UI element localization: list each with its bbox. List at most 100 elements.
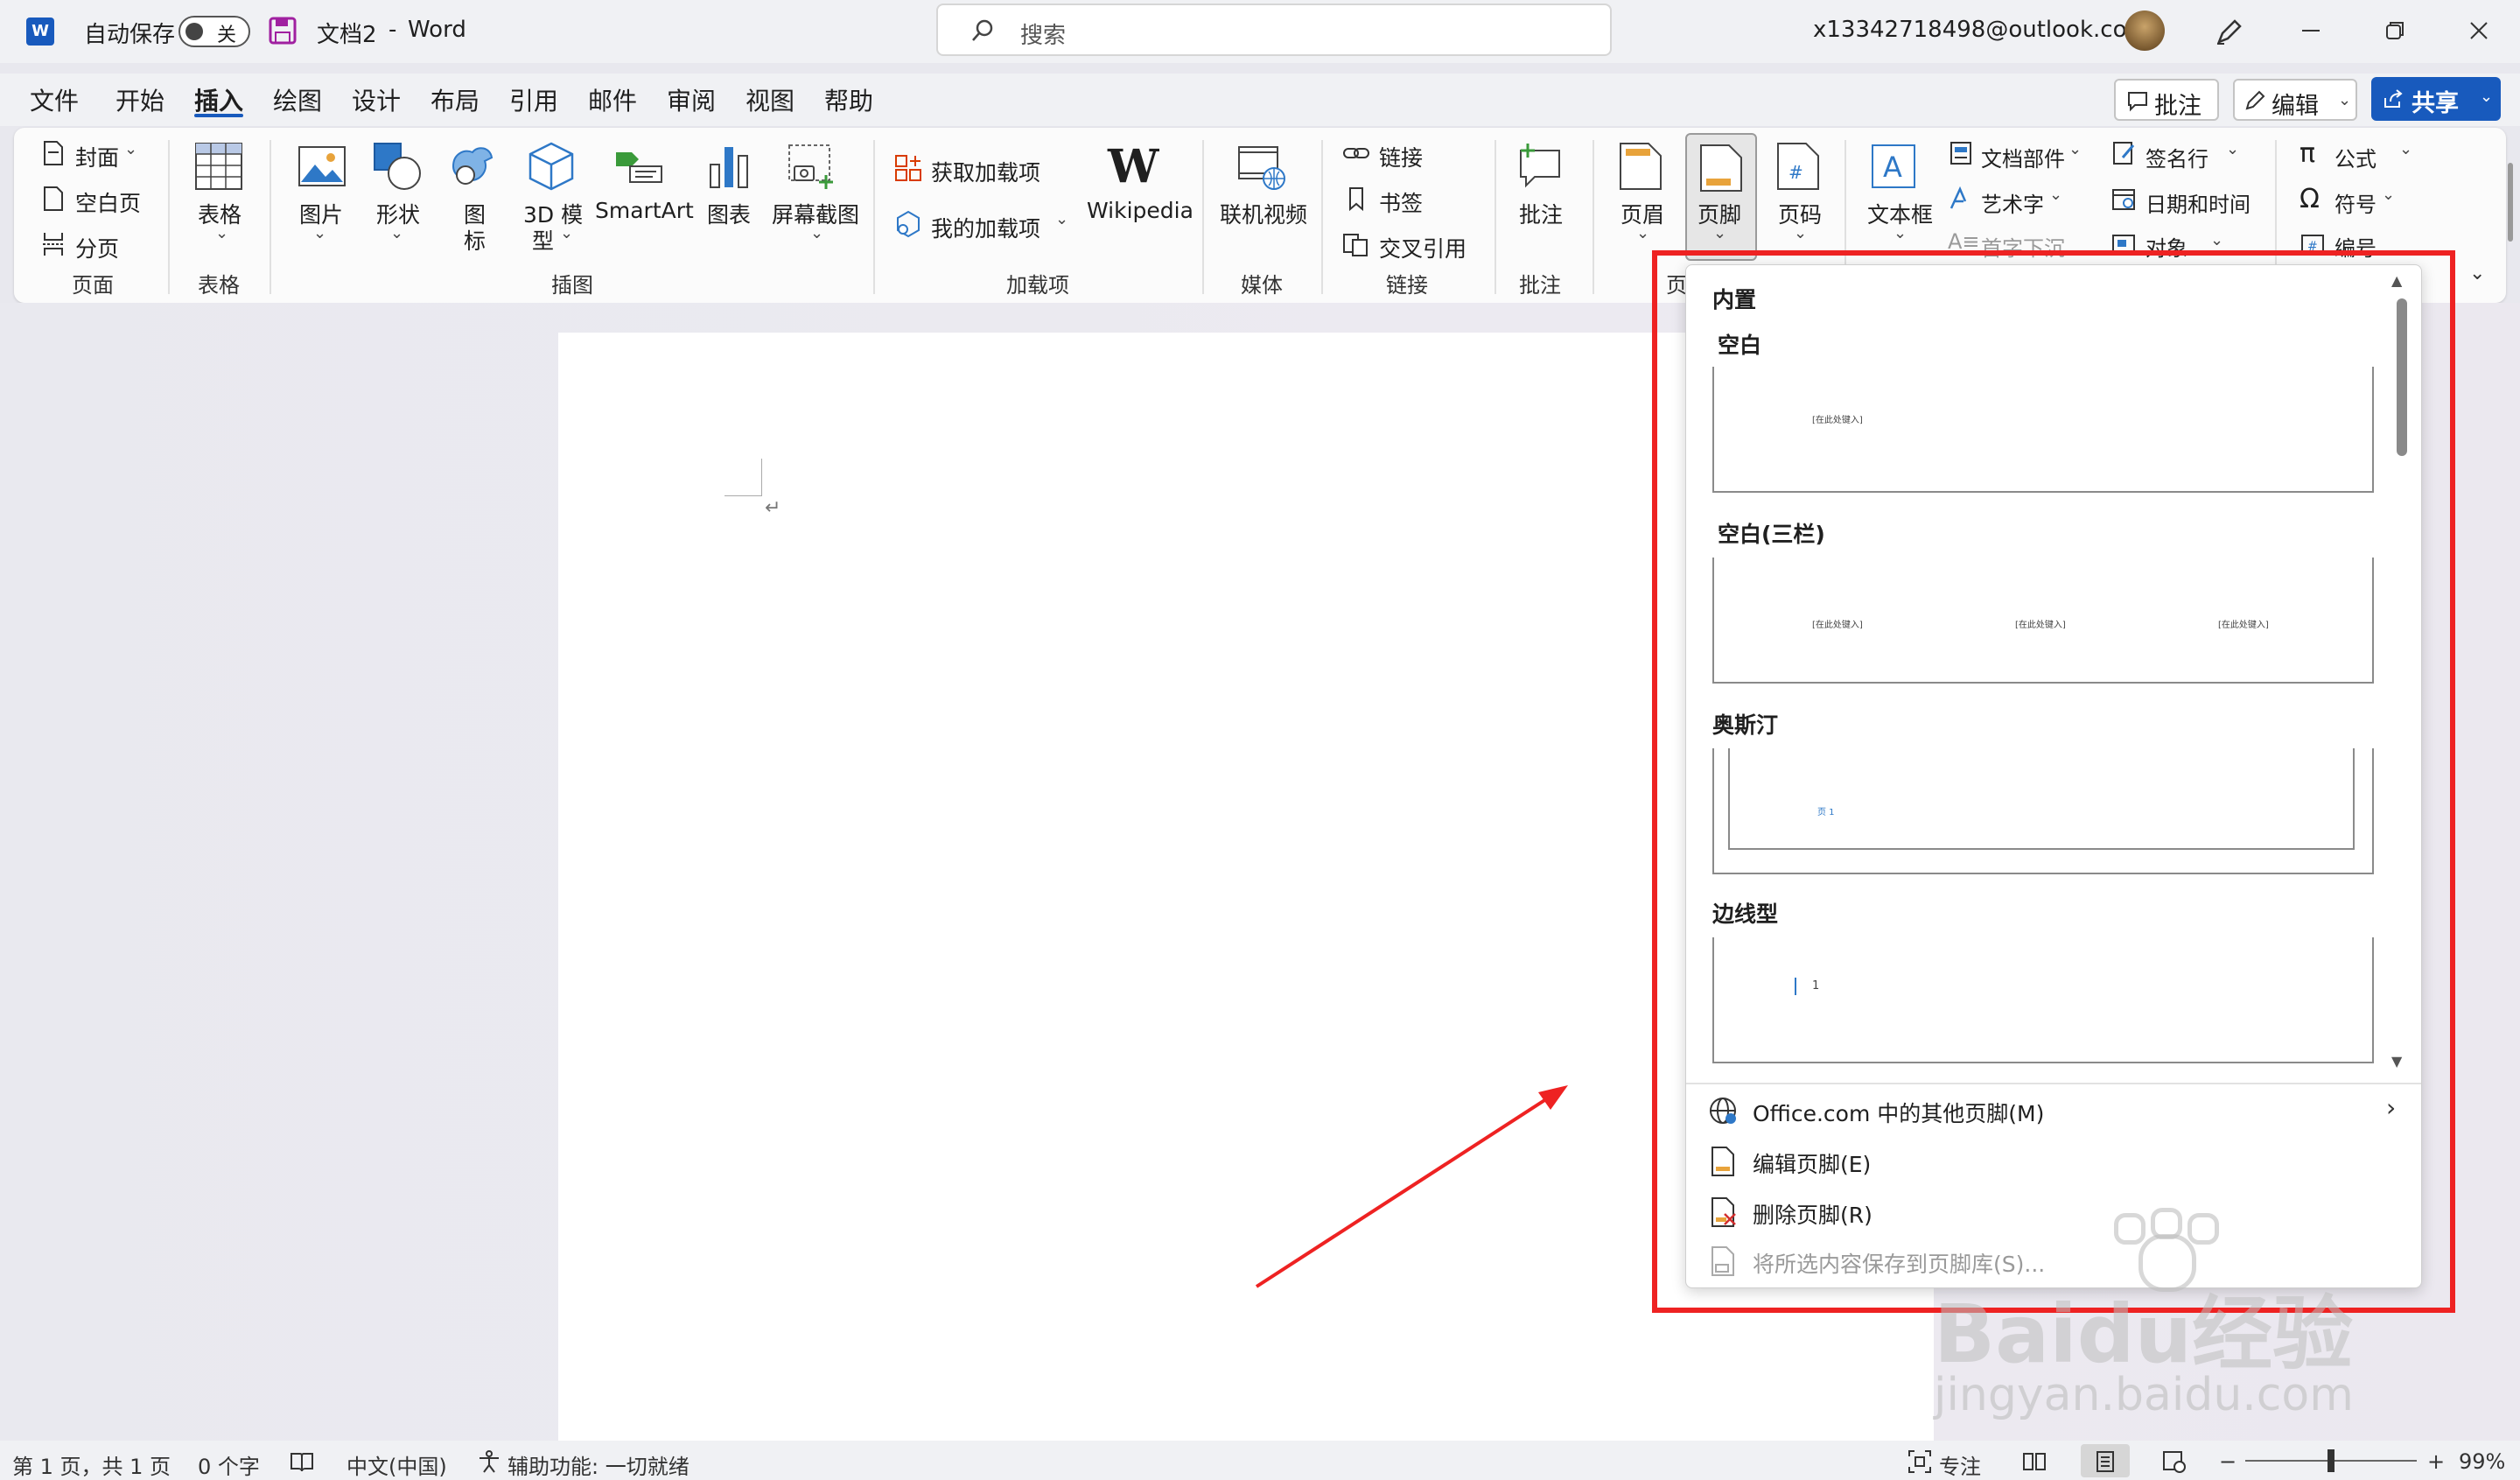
web-layout-icon[interactable]	[2161, 1449, 2188, 1474]
comments-button[interactable]: 批注	[2114, 79, 2219, 121]
3d-model-button-line2[interactable]: 型	[532, 224, 554, 256]
app-name: Word	[408, 17, 466, 43]
footer-button[interactable]: 页脚 ⌄	[1685, 133, 1757, 261]
equation-icon: π	[2300, 138, 2316, 169]
symbol-icon: Ω	[2300, 184, 2320, 214]
language[interactable]: 中文(中国)	[346, 1449, 447, 1480]
annotation-highlight-box	[1652, 250, 2455, 1313]
pencil-icon	[2245, 90, 2265, 110]
group-label-comments: 批注	[1519, 273, 1561, 298]
chevron-down-icon: ⌄	[2226, 140, 2240, 158]
chart-button[interactable]: 图表	[707, 198, 751, 229]
signature-line-button[interactable]: 签名行	[2146, 142, 2208, 172]
accessibility-icon[interactable]	[476, 1449, 502, 1474]
share-icon	[2384, 89, 2403, 108]
tab-layout[interactable]: 布局	[430, 82, 480, 117]
wordart-button[interactable]: 艺术字	[1981, 187, 2044, 218]
group-label-links: 链接	[1386, 273, 1428, 298]
tab-file[interactable]: 文件	[30, 82, 79, 117]
document-title: 文档2	[317, 22, 377, 48]
chevron-down-icon: ⌄	[1894, 224, 1908, 242]
my-addins-button[interactable]: 我的加载项	[931, 212, 1040, 243]
3d-model-icon	[528, 142, 574, 191]
tab-draw[interactable]: 绘图	[273, 82, 322, 117]
tab-help[interactable]: 帮助	[824, 82, 873, 117]
wikipedia-button[interactable]: Wikipedia	[1087, 198, 1194, 223]
read-mode-icon[interactable]	[2021, 1451, 2048, 1472]
tab-design[interactable]: 设计	[352, 82, 401, 117]
chevron-down-icon: ⌄	[215, 224, 229, 242]
ribbon-scrollbar[interactable]	[2508, 163, 2513, 242]
link-button[interactable]: 链接	[1379, 141, 1423, 172]
screenshot-icon	[788, 144, 833, 189]
group-divider	[1494, 140, 1496, 294]
chart-icon	[710, 147, 748, 188]
smartart-button[interactable]: SmartArt	[595, 198, 694, 223]
page-break-icon	[43, 233, 64, 256]
save-icon[interactable]	[268, 16, 298, 46]
blank-page-button[interactable]: 空白页	[75, 186, 141, 218]
search-box[interactable]: 搜索	[936, 4, 1612, 56]
bookmark-button[interactable]: 书签	[1379, 186, 1423, 218]
wordart-icon	[1950, 186, 1967, 209]
status-bar: 第 1 页，共 1 页 0 个字 中文(中国) 辅助功能: 一切就绪 专注 − …	[0, 1441, 2520, 1480]
symbol-button[interactable]: 符号	[2334, 187, 2376, 218]
chevron-down-icon: ⌄	[2399, 140, 2413, 158]
ribbon-collapse-icon[interactable]: ⌄	[2469, 263, 2485, 284]
minimize-icon[interactable]	[2298, 18, 2324, 44]
account-email[interactable]: x13342718498@outlook.com	[1813, 17, 2149, 43]
page-count[interactable]: 第 1 页，共 1 页	[12, 1449, 171, 1480]
group-label-illustrations: 插图	[551, 273, 593, 298]
autosave-toggle[interactable]: 关	[178, 16, 250, 47]
share-button[interactable]: 共享 ⌄	[2371, 77, 2501, 121]
chevron-down-icon: ⌄	[1713, 224, 1727, 242]
link-icon	[1343, 148, 1369, 158]
word-count[interactable]: 0 个字	[198, 1449, 260, 1480]
avatar[interactable]	[2124, 11, 2165, 51]
zoom-slider-thumb[interactable]	[2328, 1449, 2334, 1472]
share-label: 共享	[2412, 90, 2459, 117]
online-video-button[interactable]: 联机视频	[1220, 198, 1307, 229]
smartart-icon	[616, 152, 662, 183]
tab-review[interactable]: 审阅	[667, 82, 716, 117]
zoom-out-button[interactable]: −	[2219, 1449, 2236, 1474]
group-label-tables: 表格	[198, 273, 240, 298]
tab-references[interactable]: 引用	[509, 82, 558, 117]
bookmark-icon	[1349, 187, 1363, 212]
cross-reference-button[interactable]: 交叉引用	[1379, 232, 1466, 263]
search-icon	[972, 19, 993, 41]
new-comment-icon	[1520, 144, 1560, 188]
restore-icon[interactable]	[2382, 18, 2408, 44]
print-layout-button[interactable]	[2081, 1444, 2130, 1477]
accessibility-status[interactable]: 辅助功能: 一切就绪	[508, 1449, 690, 1480]
pen-icon[interactable]	[2214, 16, 2245, 47]
annotation-arrow	[1255, 1085, 1568, 1288]
tab-mailings[interactable]: 邮件	[588, 82, 637, 117]
zoom-in-button[interactable]: +	[2427, 1449, 2445, 1474]
get-addins-button[interactable]: 获取加载项	[931, 156, 1040, 187]
zoom-level[interactable]: 99%	[2459, 1449, 2505, 1474]
group-label-media: 媒体	[1241, 273, 1283, 298]
equation-button[interactable]: 公式	[2334, 142, 2376, 172]
edit-mode-button[interactable]: 编辑 ⌄	[2233, 79, 2357, 121]
proofing-icon[interactable]	[289, 1451, 315, 1474]
focus-icon[interactable]	[1908, 1449, 1932, 1474]
tab-home[interactable]: 开始	[116, 82, 164, 117]
tab-view[interactable]: 视图	[746, 82, 794, 117]
close-icon[interactable]	[2466, 18, 2492, 44]
word-app-icon: W	[26, 18, 54, 46]
new-comment-button[interactable]: 批注	[1519, 198, 1563, 229]
page-break-button[interactable]: 分页	[75, 232, 119, 263]
chevron-down-icon: ⌄	[2382, 186, 2396, 204]
group-divider	[1202, 140, 1204, 294]
date-time-button[interactable]: 日期和时间	[2146, 187, 2250, 218]
comment-icon	[2128, 92, 2147, 112]
quick-parts-icon	[1950, 142, 1971, 165]
textbox-icon: A	[1872, 144, 1915, 188]
cover-page-button[interactable]: 封面	[75, 141, 119, 172]
tab-insert[interactable]: 插入	[194, 82, 243, 117]
header-icon	[1620, 143, 1662, 190]
quick-parts-button[interactable]: 文档部件	[1981, 142, 2065, 172]
icons-button-line2[interactable]: 标	[464, 224, 486, 256]
focus-mode[interactable]: 专注	[1939, 1449, 1981, 1480]
